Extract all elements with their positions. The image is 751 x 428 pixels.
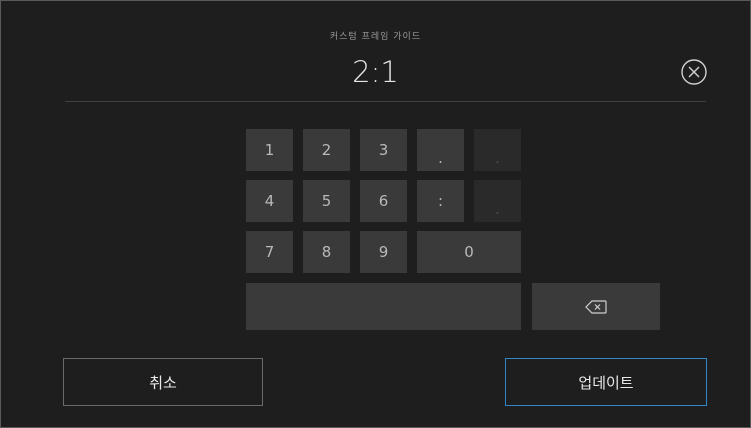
key-2[interactable]: 2 — [303, 129, 350, 171]
key-decimal[interactable]: . — [417, 129, 464, 171]
key-colon[interactable]: : — [417, 180, 464, 222]
backspace-icon — [585, 299, 607, 314]
dialog-title: 커스텀 프레임 가이드 — [329, 32, 422, 42]
key-3[interactable]: 3 — [360, 129, 407, 171]
key-7[interactable]: 7 — [246, 231, 293, 273]
key-8[interactable]: 8 — [303, 231, 350, 273]
key-6[interactable]: 6 — [360, 180, 407, 222]
key-5[interactable]: 5 — [303, 180, 350, 222]
backspace-button[interactable] — [532, 283, 660, 330]
key-decimal-disabled: . — [474, 129, 521, 171]
key-decimal-disabled-2: . — [474, 180, 521, 222]
close-button[interactable] — [680, 58, 708, 86]
key-9[interactable]: 9 — [360, 231, 407, 273]
key-4[interactable]: 4 — [246, 180, 293, 222]
key-blank[interactable] — [246, 283, 521, 330]
cancel-button[interactable]: 취소 — [63, 358, 263, 406]
header-divider — [65, 101, 706, 102]
close-circle-icon — [681, 59, 707, 85]
key-0[interactable]: 0 — [417, 231, 521, 273]
ratio-value-display: 2:1 — [352, 55, 399, 89]
key-1[interactable]: 1 — [246, 129, 293, 171]
update-button[interactable]: 업데이트 — [505, 358, 707, 406]
